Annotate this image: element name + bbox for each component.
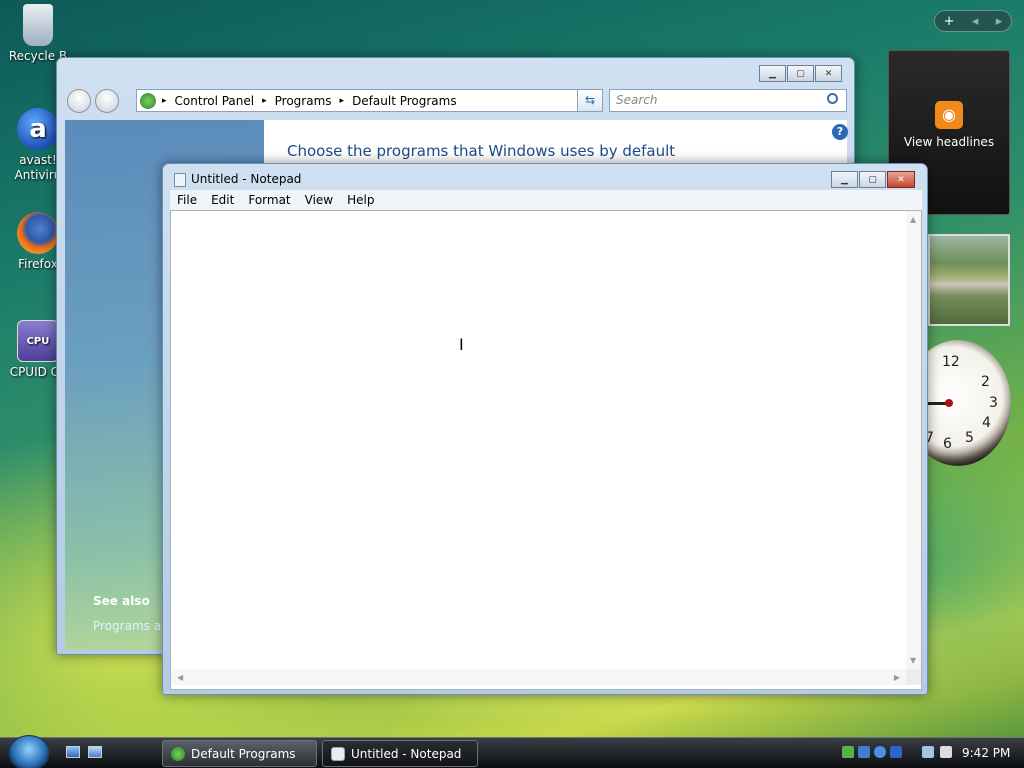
close-button[interactable]: ✕ (887, 171, 915, 188)
breadcrumb-default-programs[interactable]: Default Programs (352, 94, 457, 108)
menu-edit[interactable]: Edit (211, 193, 234, 207)
horizontal-scrollbar[interactable]: ◀ ▶ (171, 669, 906, 685)
page-title: Choose the programs that Windows uses by… (287, 142, 676, 160)
switch-windows-icon[interactable] (88, 746, 102, 758)
view-headlines-label[interactable]: View headlines (889, 135, 1009, 149)
scroll-down-arrow[interactable]: ▼ (910, 656, 916, 665)
vertical-scrollbar[interactable]: ▲ ▼ (906, 211, 921, 669)
help-icon[interactable]: ? (832, 124, 848, 140)
size-grip[interactable] (906, 669, 921, 685)
close-button[interactable]: ✕ (815, 65, 842, 82)
notepad-icon (174, 173, 186, 187)
taskbar-label: Untitled - Notepad (351, 746, 462, 761)
minimize-button[interactable]: ▁ (759, 65, 786, 82)
scroll-right-arrow[interactable]: ▶ (894, 673, 900, 682)
network-icon[interactable] (922, 746, 934, 758)
start-button[interactable] (8, 735, 50, 768)
scroll-left-arrow[interactable]: ◀ (177, 673, 183, 682)
maximize-button[interactable]: ▢ (787, 65, 814, 82)
address-bar[interactable]: ▸ Control Panel ▸ Programs ▸ Default Pro… (136, 89, 602, 112)
rss-icon: ◉ (935, 101, 963, 129)
notepad-window: Untitled - Notepad ▁ ▢ ✕ File Edit Forma… (162, 163, 928, 695)
search-icon[interactable] (827, 93, 838, 104)
breadcrumb-separator-icon: ▸ (262, 95, 267, 106)
desktop-icon-recycle-bin[interactable]: Recycle B (0, 4, 76, 63)
menu-help[interactable]: Help (347, 193, 374, 207)
next-gadget-button[interactable]: ▸ (996, 14, 1003, 29)
see-also-heading: See also (93, 594, 150, 608)
taskbar-button-default-programs[interactable]: Default Programs (162, 740, 317, 767)
breadcrumb-control-panel[interactable]: Control Panel (175, 94, 255, 108)
menu-file[interactable]: File (177, 193, 197, 207)
clock-number: 12 (942, 354, 960, 370)
recycle-bin-icon (23, 4, 53, 46)
back-button[interactable] (67, 89, 91, 113)
breadcrumb-programs[interactable]: Programs (275, 94, 332, 108)
clock-center (945, 399, 953, 407)
taskbar-button-notepad[interactable]: Untitled - Notepad (322, 740, 478, 767)
add-gadget-button[interactable]: + (944, 14, 955, 29)
clock-number: 3 (989, 395, 998, 411)
prev-gadget-button[interactable]: ◂ (972, 14, 979, 29)
menu-view[interactable]: View (305, 193, 333, 207)
clock-number: 4 (982, 415, 991, 431)
clock-number: 5 (965, 430, 974, 446)
window-controls: ▁ ▢ ✕ (759, 65, 842, 82)
window-title: Untitled - Notepad (191, 172, 302, 186)
firefox-icon (17, 212, 59, 254)
refresh-button[interactable]: ⇆ (577, 89, 603, 112)
text-editor[interactable] (170, 210, 922, 690)
control-panel-icon (140, 92, 156, 109)
clock-time[interactable]: 9:42 PM (962, 746, 1010, 760)
cpuid-icon: CPU (17, 320, 59, 362)
update-icon[interactable] (858, 746, 870, 758)
taskbar-label: Default Programs (191, 746, 296, 761)
sidebar-controls: + ◂ ▸ (934, 10, 1012, 32)
maximize-button[interactable]: ▢ (859, 171, 886, 188)
forward-button[interactable] (95, 89, 119, 113)
volume-muted-icon[interactable] (940, 746, 952, 758)
control-panel-icon (171, 746, 185, 761)
breadcrumb-separator-icon: ▸ (162, 95, 167, 106)
minimize-button[interactable]: ▁ (831, 171, 858, 188)
slideshow-gadget[interactable] (928, 234, 1010, 326)
info-icon[interactable] (874, 746, 886, 758)
avast-icon: a (17, 108, 59, 150)
menu-bar: File Edit Format View Help (170, 190, 922, 210)
clock-number: 2 (981, 374, 990, 390)
window-controls: ▁ ▢ ✕ (831, 171, 915, 188)
text-cursor-icon: I (459, 335, 464, 354)
menu-format[interactable]: Format (248, 193, 290, 207)
system-tray: 9:42 PM (838, 740, 1024, 767)
bluetooth-icon[interactable] (890, 746, 902, 758)
security-icon[interactable] (842, 746, 854, 758)
scroll-up-arrow[interactable]: ▲ (910, 215, 916, 224)
search-input[interactable]: Search (609, 89, 847, 112)
clock-number: 6 (943, 436, 952, 452)
breadcrumb-separator-icon: ▸ (339, 95, 345, 106)
show-desktop-icon[interactable] (66, 746, 80, 758)
notepad-icon (331, 746, 345, 761)
